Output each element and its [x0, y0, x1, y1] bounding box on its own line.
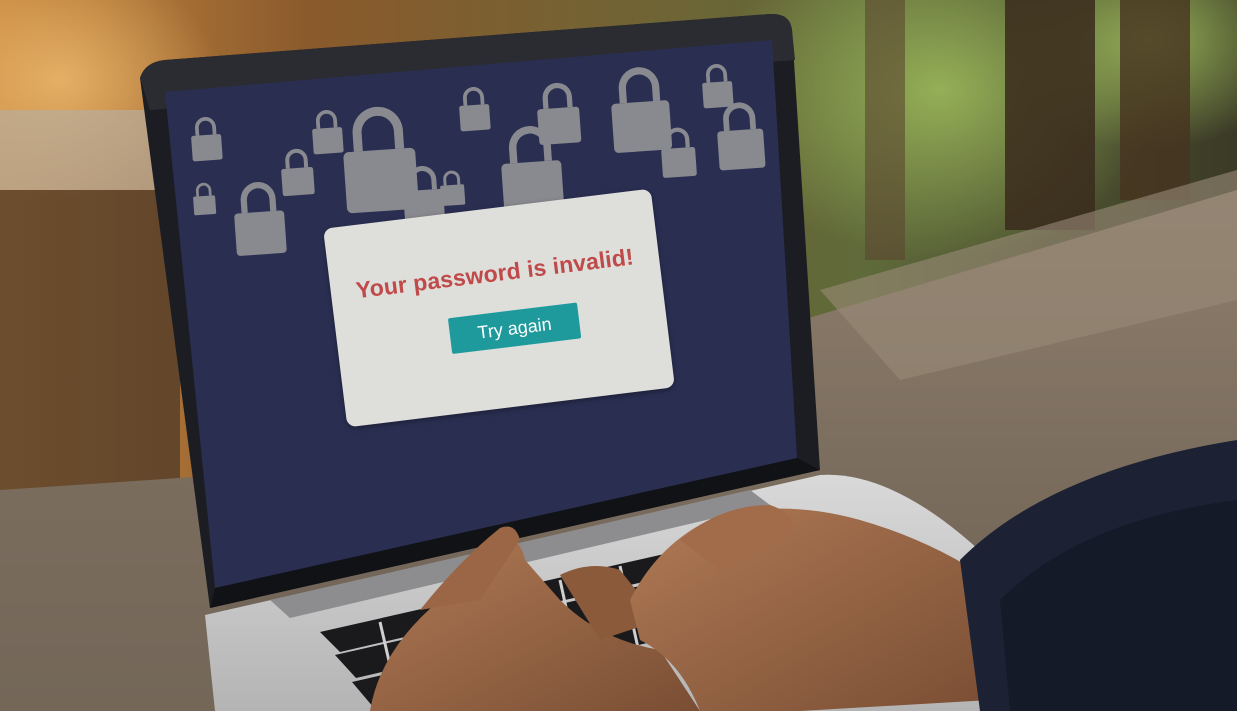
try-again-button[interactable]: Try again — [447, 302, 582, 355]
dialog-panel: Your password is invalid! Try again — [323, 188, 675, 428]
error-dialog: Your password is invalid! Try again — [323, 188, 675, 428]
error-message: Your password is invalid! — [354, 243, 635, 304]
